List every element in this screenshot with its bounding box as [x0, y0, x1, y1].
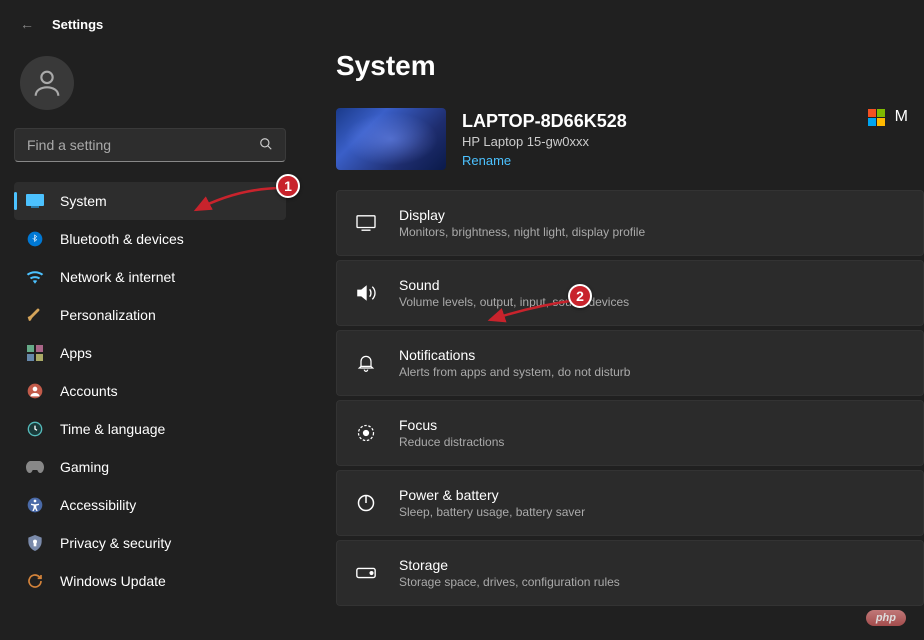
sound-icon	[355, 284, 377, 302]
power-icon	[355, 493, 377, 513]
sidebar-item-gaming[interactable]: Gaming	[14, 448, 286, 486]
setting-desc: Monitors, brightness, night light, displ…	[399, 225, 645, 239]
gaming-icon	[26, 458, 44, 476]
clock-icon	[26, 420, 44, 438]
rename-link[interactable]: Rename	[462, 153, 627, 168]
setting-desc: Alerts from apps and system, do not dist…	[399, 365, 630, 379]
bluetooth-icon	[26, 230, 44, 248]
setting-title: Notifications	[399, 347, 630, 363]
setting-storage[interactable]: Storage Storage space, drives, configurat…	[336, 540, 924, 606]
microsoft-logo[interactable]: M	[868, 108, 908, 126]
setting-sound[interactable]: Sound Volume levels, output, input, sound…	[336, 260, 924, 326]
sidebar-item-label: Bluetooth & devices	[60, 231, 184, 247]
wifi-icon	[26, 268, 44, 286]
update-icon	[26, 572, 44, 590]
sidebar-item-accounts[interactable]: Accounts	[14, 372, 286, 410]
sidebar-item-label: Accessibility	[60, 497, 136, 513]
brush-icon	[26, 306, 44, 324]
annotation-badge-2: 2	[568, 284, 592, 308]
device-model: HP Laptop 15-gw0xxx	[462, 134, 627, 149]
accessibility-icon	[26, 496, 44, 514]
focus-icon	[355, 423, 377, 443]
sidebar-item-personalization[interactable]: Personalization	[14, 296, 286, 334]
setting-focus[interactable]: Focus Reduce distractions	[336, 400, 924, 466]
sidebar-item-network[interactable]: Network & internet	[14, 258, 286, 296]
setting-title: Focus	[399, 417, 504, 433]
setting-notifications[interactable]: Notifications Alerts from apps and system…	[336, 330, 924, 396]
display-icon	[355, 214, 377, 232]
sidebar-item-label: Gaming	[60, 459, 109, 475]
sidebar-item-label: Time & language	[60, 421, 165, 437]
search-input-container[interactable]	[14, 128, 286, 162]
sidebar-item-label: Privacy & security	[60, 535, 171, 551]
person-icon	[30, 66, 64, 100]
sidebar-item-privacy[interactable]: Privacy & security	[14, 524, 286, 562]
setting-display[interactable]: Display Monitors, brightness, night light…	[336, 190, 924, 256]
setting-desc: Reduce distractions	[399, 435, 504, 449]
sidebar-item-label: Windows Update	[60, 573, 166, 589]
accounts-icon	[26, 382, 44, 400]
page-title: System	[336, 50, 924, 82]
app-title: Settings	[52, 17, 103, 32]
setting-desc: Volume levels, output, input, sound devi…	[399, 295, 629, 309]
device-name: LAPTOP-8D66K528	[462, 111, 627, 132]
watermark: php	[866, 610, 906, 626]
sidebar-item-label: System	[60, 193, 107, 209]
shield-icon	[26, 534, 44, 552]
sidebar-item-system[interactable]: System	[14, 182, 286, 220]
setting-desc: Sleep, battery usage, battery saver	[399, 505, 585, 519]
sidebar-item-accessibility[interactable]: Accessibility	[14, 486, 286, 524]
bell-icon	[355, 353, 377, 373]
sidebar-item-apps[interactable]: Apps	[14, 334, 286, 372]
setting-title: Sound	[399, 277, 629, 293]
setting-title: Power & battery	[399, 487, 585, 503]
ms-label: M	[895, 108, 908, 126]
sidebar-item-label: Accounts	[60, 383, 118, 399]
back-arrow-icon[interactable]: ←	[20, 16, 34, 32]
sidebar-item-label: Personalization	[60, 307, 156, 323]
search-icon	[259, 137, 273, 154]
sidebar-item-label: Network & internet	[60, 269, 175, 285]
apps-icon	[26, 344, 44, 362]
annotation-badge-1: 1	[276, 174, 300, 198]
storage-icon	[355, 566, 377, 580]
device-info: LAPTOP-8D66K528 HP Laptop 15-gw0xxx Rena…	[336, 108, 924, 170]
sidebar-item-label: Apps	[60, 345, 92, 361]
setting-title: Storage	[399, 557, 620, 573]
sidebar-item-bluetooth[interactable]: Bluetooth & devices	[14, 220, 286, 258]
sidebar-item-update[interactable]: Windows Update	[14, 562, 286, 600]
setting-title: Display	[399, 207, 645, 223]
device-thumbnail	[336, 108, 446, 170]
sidebar-item-time[interactable]: Time & language	[14, 410, 286, 448]
user-avatar[interactable]	[20, 56, 74, 110]
system-icon	[26, 192, 44, 210]
microsoft-icon	[868, 109, 885, 126]
search-input[interactable]	[27, 137, 259, 153]
setting-desc: Storage space, drives, configuration rul…	[399, 575, 620, 589]
setting-power[interactable]: Power & battery Sleep, battery usage, bat…	[336, 470, 924, 536]
